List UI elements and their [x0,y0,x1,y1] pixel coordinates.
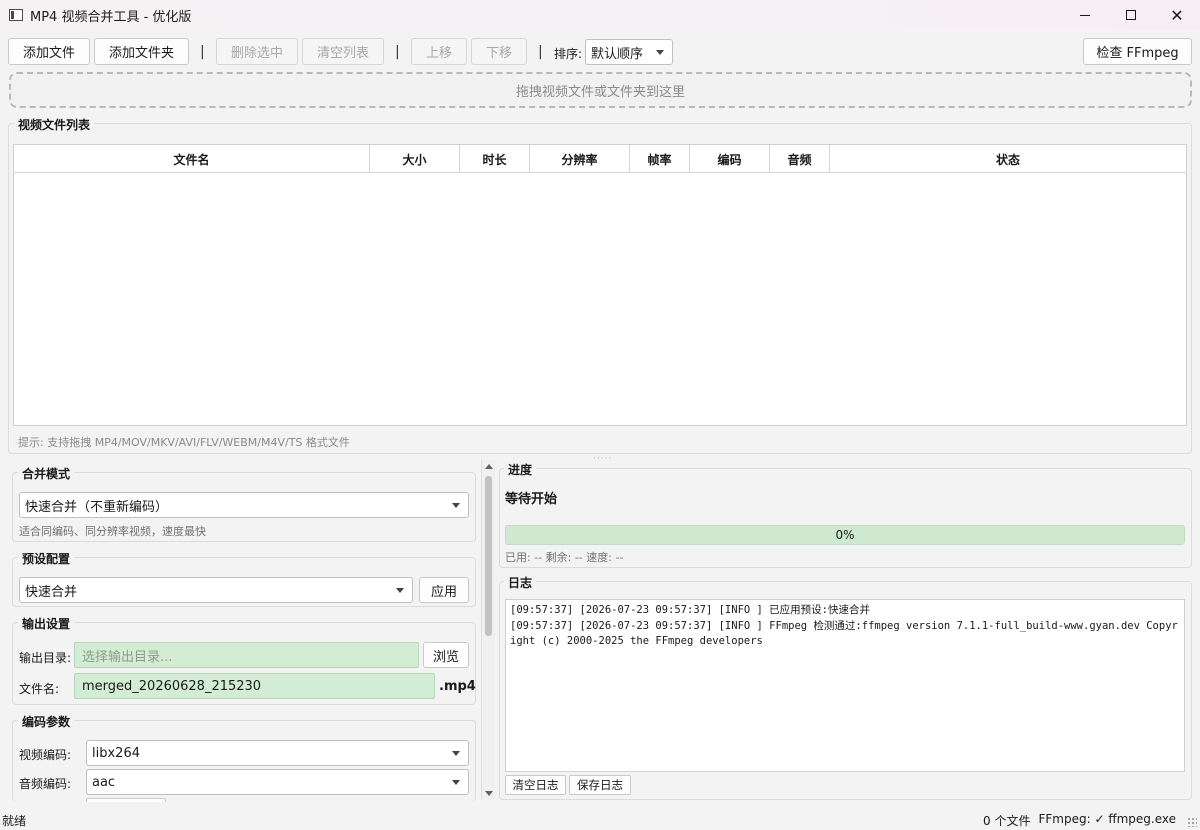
move-down-button[interactable]: 下移 [471,38,527,65]
progress-bar: 0% [505,525,1185,545]
ffmpeg-status: FFmpeg: ✓ ffmpeg.exe [1038,812,1176,826]
video-codec-label: 视频编码: [19,748,72,762]
log-line: [09:57:37] [2026-07-23 09:57:37] [INFO ]… [510,619,1178,648]
log-output[interactable]: [09:57:37] [2026-07-23 09:57:37] [INFO ]… [505,599,1185,772]
video-codec-select[interactable]: libx264 [86,740,469,766]
delete-selected-button[interactable]: 删除选中 [216,38,298,65]
apply-preset-button[interactable]: 应用 [419,577,469,603]
partially-visible-field [86,798,166,802]
file-list-title: 视频文件列表 [14,116,95,133]
output-dir-label: 输出目录: [19,651,72,665]
add-folder-button[interactable]: 添加文件夹 [94,38,189,65]
column-header[interactable]: 状态 [830,145,1186,173]
toolbar-separator: | [538,44,543,60]
status-bar: 就绪 0 个文件 FFmpeg: ✓ ffmpeg.exe [0,808,1200,830]
column-header[interactable]: 音频 [770,145,830,173]
log-title: 日志 [504,574,537,591]
file-extension: .mp4 [439,679,476,694]
chevron-down-icon [396,588,404,593]
video-codec-value: libx264 [92,745,140,761]
log-line: [09:57:37] [2026-07-23 09:57:37] [INFO ]… [510,604,871,616]
progress-title: 进度 [504,461,537,478]
toolbar-separator: | [200,44,205,60]
chevron-down-icon [452,780,460,785]
audio-codec-label: 音频编码: [19,777,72,791]
splitter-handle[interactable]: ····· [593,454,612,464]
file-count: 0 个文件 [983,814,1031,828]
output-dir-input[interactable]: 选择输出目录... [74,642,419,668]
app-icon [9,9,23,21]
sort-select-value: 默认顺序 [591,46,644,62]
chevron-down-icon [452,503,460,508]
status-text: 就绪 [2,814,27,828]
check-ffmpeg-button[interactable]: 检查 FFmpeg [1083,38,1192,65]
sort-label: 排序: [554,47,583,61]
clear-log-button[interactable]: 清空日志 [505,775,566,795]
progress-stats: 已用: -- 剩余: -- 速度: -- [505,551,624,564]
column-header[interactable]: 大小 [370,145,460,173]
merge-mode-select[interactable]: 快速合并（不重新编码） [19,492,469,518]
output-title: 输出设置 [18,615,75,632]
column-header[interactable]: 分辨率 [530,145,630,173]
preset-select[interactable]: 快速合并 [19,577,413,603]
drop-zone[interactable]: 拖拽视频文件或文件夹到这里 [9,72,1192,108]
minimize-button[interactable] [1062,0,1108,30]
chevron-down-icon [656,50,664,55]
browse-button[interactable]: 浏览 [423,642,469,668]
scroll-down-icon[interactable] [485,791,493,796]
maximize-button[interactable] [1108,0,1154,30]
move-up-button[interactable]: 上移 [411,38,467,65]
close-icon: ✕ [1170,5,1184,25]
file-table-header: 文件名 大小 时长 分辨率 帧率 编码 音频 状态 [14,145,1186,173]
column-header[interactable]: 时长 [460,145,530,173]
file-name-label: 文件名: [19,682,60,696]
window-controls: ✕ [1062,0,1200,30]
save-log-button[interactable]: 保存日志 [569,775,631,795]
window-title: MP4 视频合并工具 - 优化版 [30,9,192,25]
clear-list-button[interactable]: 清空列表 [302,38,384,65]
file-name-input[interactable]: merged_20260628_215230 [74,673,435,699]
maximize-icon [1126,10,1136,20]
audio-codec-select[interactable]: aac [86,769,469,795]
merge-mode-title: 合并模式 [18,465,75,482]
audio-codec-value: aac [92,774,116,790]
sort-select[interactable]: 默认顺序 [585,39,673,65]
chevron-down-icon [452,751,460,756]
column-header[interactable]: 编码 [690,145,770,173]
encoding-title: 编码参数 [18,713,75,730]
preset-value: 快速合并 [25,584,78,600]
settings-scrollbar[interactable] [481,460,495,800]
close-button[interactable]: ✕ [1154,0,1200,30]
scrollbar-thumb[interactable] [485,476,492,636]
file-table[interactable]: 文件名 大小 时长 分辨率 帧率 编码 音频 状态 [13,144,1187,426]
column-header[interactable]: 帧率 [630,145,690,173]
minimize-icon [1080,14,1090,16]
merge-mode-description: 适合同编码、同分辨率视频，速度最快 [19,525,206,538]
title-bar: MP4 视频合并工具 - 优化版 ✕ [0,0,1200,30]
status-right: 0 个文件 FFmpeg: ✓ ffmpeg.exe [983,812,1176,829]
scroll-up-icon[interactable] [485,464,493,469]
preset-title: 预设配置 [18,550,75,567]
add-file-button[interactable]: 添加文件 [8,38,90,65]
toolbar-separator: | [395,44,400,60]
progress-percent: 0% [835,528,855,542]
file-format-hint: 提示: 支持拖拽 MP4/MOV/MKV/AVI/FLV/WEBM/M4V/TS… [18,436,350,449]
column-header[interactable]: 文件名 [14,145,370,173]
drop-zone-text: 拖拽视频文件或文件夹到这里 [515,84,685,100]
merge-mode-value: 快速合并（不重新编码） [25,499,169,515]
resize-grip-icon[interactable] [1187,817,1197,827]
progress-status: 等待开始 [505,492,558,507]
